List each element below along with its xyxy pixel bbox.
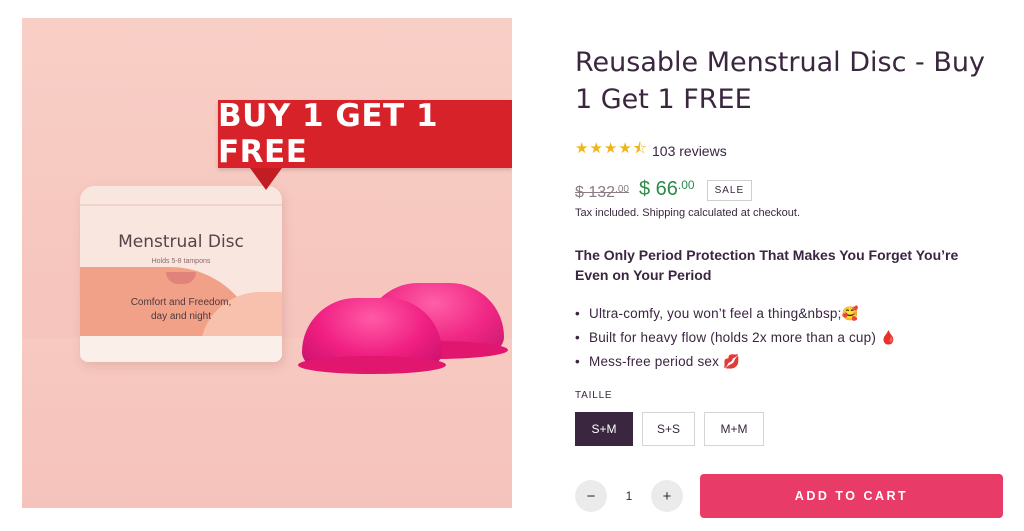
- product-tin: Menstrual Disc Holds 5-8 tampons Comfort…: [80, 186, 282, 362]
- product-headline: The Only Period Protection That Makes Yo…: [575, 247, 959, 283]
- tin-subtitle-line1: Comfort and Freedom,: [130, 297, 232, 308]
- size-label: TAILLE: [575, 390, 613, 401]
- compare-at-price-value: $ 132: [575, 184, 616, 201]
- size-option-s-s[interactable]: S+S: [642, 412, 696, 446]
- sale-price: $ 66.00: [639, 178, 695, 201]
- feature-item: • Built for heavy flow (holds 2x more tha…: [575, 330, 897, 345]
- product-rating[interactable]: ★★★★⯪ 103 reviews: [575, 138, 727, 163]
- compare-at-price: $ 132.00: [575, 184, 629, 202]
- feature-item: • Mess-free period sex 💋: [575, 354, 741, 369]
- star-rating-icon: ★★★★⯪: [575, 139, 648, 157]
- tin-arc-text: Holds 5-8 tampons: [151, 258, 211, 265]
- product-title: Reusable Menstrual Disc - Buy 1 Get 1 FR…: [575, 47, 985, 115]
- quantity-increase-button[interactable]: +: [651, 480, 683, 512]
- quantity-stepper: − 1 +: [575, 480, 683, 512]
- sale-price-value: $ 66: [638, 178, 678, 200]
- sale-badge: SALE: [706, 180, 753, 201]
- sale-price-cents: .00: [677, 178, 695, 192]
- add-to-cart-button[interactable]: ADD TO CART: [700, 474, 1003, 518]
- review-count[interactable]: 103 reviews: [652, 143, 727, 159]
- quantity-decrease-button[interactable]: −: [575, 480, 607, 512]
- tin-base: [80, 336, 282, 362]
- feature-text: Ultra-comfy, you won’t feel a thing&nbsp…: [589, 306, 859, 321]
- promo-banner-tail: [250, 168, 282, 190]
- price-row: $ 132.00 $ 66.00 SALE: [575, 178, 753, 202]
- quantity-value[interactable]: 1: [607, 489, 651, 503]
- compare-at-price-cents: .00: [615, 184, 629, 195]
- tin-subtitle: Comfort and Freedom, day and night: [80, 296, 282, 324]
- size-options: S+M S+S M+M: [575, 412, 773, 446]
- promo-banner: BUY 1 GET 1 FREE: [218, 98, 512, 170]
- menstrual-disc-rim-front: [298, 356, 446, 374]
- tin-title: Menstrual Disc: [118, 232, 244, 252]
- tax-note: Tax included. Shipping calculated at che…: [575, 207, 801, 219]
- size-option-s-m[interactable]: S+M: [575, 412, 633, 446]
- size-option-m-m[interactable]: M+M: [704, 412, 765, 446]
- product-image[interactable]: Menstrual Disc Holds 5-8 tampons Comfort…: [22, 18, 512, 508]
- feature-text: Mess-free period sex 💋: [589, 354, 741, 369]
- feature-item: • Ultra-comfy, you won’t feel a thing&nbs…: [575, 306, 859, 321]
- tin-subtitle-line2: day and night: [150, 311, 212, 322]
- feature-text: Built for heavy flow (holds 2x more than…: [589, 330, 897, 345]
- tin-lid-line: [80, 204, 282, 206]
- feature-list: • Ultra-comfy, you won’t feel a thing&nbs…: [575, 302, 897, 374]
